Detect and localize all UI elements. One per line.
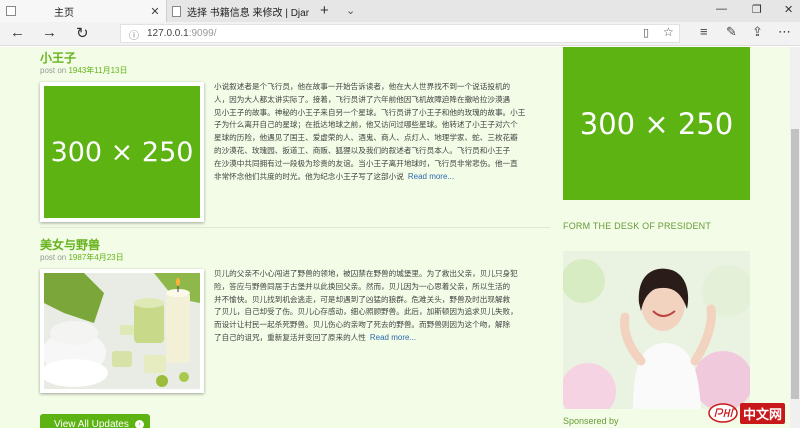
post-meta: post on 1943年11月13日 — [40, 66, 128, 75]
refresh-button[interactable]: ↻ — [76, 24, 89, 42]
info-icon: ⓘ — [129, 31, 139, 42]
tab-strip: 主页 ✕ 选择 书籍信息 来修改 | Djar + ⌄ — ❐ ✕ — [0, 0, 800, 22]
post-excerpt: 贝儿的父亲不小心闯进了野兽的领地，被囚禁在野兽的城堡里。为了救出父亲，贝儿只身犯… — [214, 269, 518, 342]
post-thumbnail[interactable]: 300 × 250 — [40, 82, 204, 222]
document-icon — [172, 5, 181, 17]
more-icon[interactable]: ⋯ — [778, 24, 791, 40]
scrollbar-thumb[interactable] — [791, 129, 799, 399]
sidebar-ad[interactable]: 300 × 250 — [563, 47, 750, 200]
tab-label: 主页 — [54, 7, 74, 19]
tab-home[interactable]: 主页 ✕ — [0, 0, 166, 22]
tab-label: 选择 书籍信息 来修改 | Djar — [187, 7, 310, 19]
view-all-updates-button[interactable]: View All Updates › — [40, 414, 150, 428]
address-toolbar: ← → ↻ ⓘ 127.0.0.1:9099/ ▯ ☆ ≡ ✎ ⇪ ⋯ — [0, 22, 800, 46]
favorite-star-icon[interactable]: ☆ — [663, 25, 674, 39]
address-bar[interactable]: ⓘ 127.0.0.1:9099/ ▯ ☆ — [120, 24, 680, 43]
restore-button[interactable]: ❐ — [752, 3, 762, 16]
sidebar-heading: FORM THE DESK OF PRESIDENT — [563, 221, 712, 231]
page-scrollbar[interactable] — [790, 47, 800, 428]
post-thumbnail[interactable] — [40, 269, 204, 393]
watermark-text: 中文网 — [740, 402, 786, 424]
main-column: 小王子 post on 1943年11月13日 300 × 250 小说叙述者是… — [22, 47, 550, 428]
spa-candles-image — [40, 273, 200, 389]
post-title[interactable]: 美女与野兽 — [40, 236, 100, 253]
arrow-right-icon: › — [134, 419, 144, 428]
placeholder-image: 300 × 250 — [44, 86, 200, 218]
new-tab-button[interactable]: + — [320, 2, 329, 19]
post-excerpt: 小说叙述者是个飞行员，他在故事一开始告诉读者，他在大人世界找不到一个说话投机的 … — [214, 82, 526, 181]
post-title[interactable]: 小王子 — [40, 49, 76, 66]
post-meta: post on 1987年4月23日 — [40, 253, 124, 262]
reading-view-icon[interactable]: ▯ — [643, 26, 649, 39]
minimize-button[interactable]: — — [716, 3, 727, 15]
share-icon[interactable]: ⇪ — [752, 24, 763, 40]
url-text: 127.0.0.1:9099/ — [147, 28, 217, 39]
page-content: 小王子 post on 1943年11月13日 300 × 250 小说叙述者是… — [0, 47, 790, 428]
notes-icon[interactable]: ✎ — [726, 24, 737, 40]
php-logo-icon — [708, 403, 738, 423]
close-window-button[interactable]: ✕ — [784, 3, 793, 16]
close-icon[interactable]: ✕ — [148, 5, 162, 18]
watermark: 中文网 — [708, 402, 796, 424]
sponsored-label: Sponsered by — [563, 416, 619, 426]
president-photo — [563, 251, 750, 409]
forward-button[interactable]: → — [42, 24, 57, 41]
read-more-link[interactable]: Read more... — [370, 333, 416, 342]
tab-list-icon[interactable]: ⌄ — [346, 4, 355, 17]
hub-icon[interactable]: ≡ — [700, 24, 708, 39]
back-button[interactable]: ← — [10, 24, 25, 41]
tab-django-admin[interactable]: 选择 书籍信息 来修改 | Djar — [166, 0, 313, 22]
divider — [40, 227, 550, 228]
read-more-link[interactable]: Read more... — [408, 172, 454, 181]
page-icon — [6, 6, 16, 16]
